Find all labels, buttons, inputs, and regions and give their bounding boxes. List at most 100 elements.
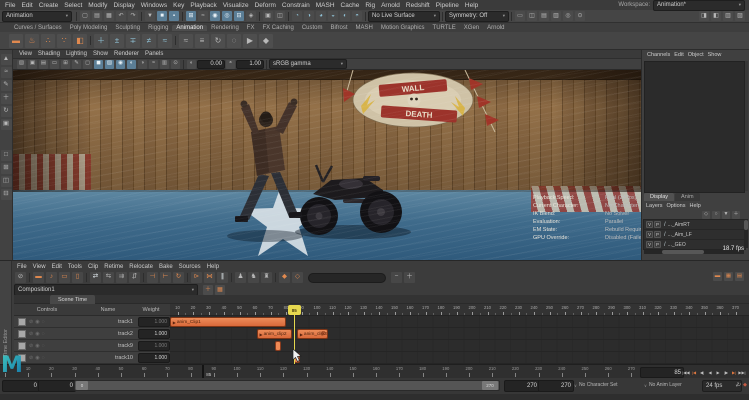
use-all-lights-icon[interactable]: ◉ (116, 60, 125, 69)
composition-options-icon[interactable]: ▦ (215, 285, 225, 295)
auto-key-icon[interactable]: ◆ (742, 381, 748, 390)
range-start-handle[interactable]: 0 (76, 381, 88, 390)
track-enable-checkbox[interactable] (18, 330, 26, 338)
track-ghost-icon[interactable]: ◌ (42, 355, 45, 361)
zero-key-layer-icon[interactable]: ◇ (702, 211, 710, 219)
menu-deform[interactable]: Deform (252, 2, 279, 9)
menu-windows[interactable]: Windows (138, 2, 170, 9)
snap-grid-icon[interactable]: ⊞ (186, 11, 196, 21)
set-key-icon[interactable]: ＋ (94, 34, 108, 48)
motion-blur-icon[interactable]: ≈ (149, 60, 158, 69)
step-back-frame-button[interactable]: ◀| (698, 367, 706, 377)
create-clip-group-icon[interactable]: ▭ (59, 272, 70, 283)
playblast-icon[interactable]: ▶ (243, 34, 257, 48)
animation-clip[interactable]: ▶anim_clip2 (257, 329, 293, 339)
razor-edit-mode-icon[interactable]: ⇵ (129, 272, 140, 283)
layer-playback-toggle[interactable]: P (654, 241, 661, 248)
animation-clip[interactable]: ▶anim_Clip1 (170, 317, 286, 327)
move-tool-icon[interactable]: ＋ (1, 93, 12, 104)
character-ghost-icon[interactable]: ♜ (261, 272, 272, 283)
shaded-icon[interactable]: ◼ (94, 60, 103, 69)
shelf-tab-fx-caching[interactable]: FX Caching (258, 25, 297, 31)
pivot-icon[interactable]: ⊙ (575, 11, 585, 21)
paint-select-tool-icon[interactable]: ✎ (1, 80, 12, 91)
shelf-door-icon[interactable]: ◧ (73, 34, 87, 48)
menu-set-dropdown[interactable]: Animation ▾ (2, 11, 72, 22)
menu-edit[interactable]: Edit (18, 2, 35, 9)
time-slider-ruler[interactable]: 0102030405060708090100110120130140150160… (0, 365, 638, 379)
new-composition-icon[interactable]: ＋ (203, 285, 213, 295)
layer-menu-layers[interactable]: Layers (644, 203, 665, 209)
snap-point-icon[interactable]: ◉ (210, 11, 220, 21)
camera-icon[interactable]: ◎ (563, 11, 573, 21)
exposure-field[interactable]: 0.00 (197, 60, 225, 69)
screen-space-ao-icon[interactable]: ◑ (138, 60, 147, 69)
wireframe-icon[interactable]: ◻ (83, 60, 92, 69)
channel-box-menu-edit[interactable]: Edit (672, 52, 685, 58)
select-tool-icon[interactable]: ▲ (1, 54, 12, 65)
lock-camera-icon[interactable]: ▣ (28, 60, 37, 69)
shelf-tab-rigging[interactable]: Rigging (144, 25, 172, 31)
render-current-frame-icon[interactable]: ◑ (304, 11, 314, 21)
time-editor-menu-bake[interactable]: Bake (156, 264, 176, 270)
animation-clip[interactable] (275, 341, 281, 351)
te-frame-selection-icon[interactable]: ＋ (404, 272, 415, 283)
track-row[interactable]: ⊘◉◌track21.000 (14, 328, 170, 340)
hypershade-icon[interactable]: ◐ (340, 11, 350, 21)
falloff-volume-icon[interactable]: ▥ (551, 11, 561, 21)
menu-file[interactable]: File (2, 2, 18, 9)
shadows-icon[interactable]: ◐ (127, 60, 136, 69)
set-key-translate-icon[interactable]: ≠ (142, 34, 156, 48)
time-editor-menu-edit[interactable]: Edit (49, 264, 65, 270)
attribute-editor-toggle-icon[interactable]: ◨ (699, 11, 709, 21)
layer-editor-tab-anim[interactable]: Anim (675, 193, 700, 201)
add-animation-source-icon[interactable]: ▬ (33, 272, 44, 283)
time-editor-menu-tools[interactable]: Tools (65, 264, 85, 270)
track-weight-field[interactable]: 1.000 (138, 353, 170, 363)
new-scene-icon[interactable]: ▢ (80, 11, 90, 21)
channel-box-menu-channels[interactable]: Channels (645, 52, 672, 58)
set-key-rotate-icon[interactable]: ≈ (158, 34, 172, 48)
hypershade-persp-layout-icon[interactable]: ⊟ (1, 189, 12, 200)
shelf-tab-fx[interactable]: FX (243, 25, 259, 31)
shelf-tab-poly-modeling[interactable]: Poly Modeling (66, 25, 112, 31)
anim-layer-dropdown[interactable]: ∨ No Anim Layer (644, 382, 682, 388)
character-solo-icon[interactable]: ♟ (235, 272, 246, 283)
layer-row[interactable]: VP/..._Aim_LF (644, 230, 745, 240)
2d-pan-zoom-icon[interactable]: ⊞ (61, 60, 70, 69)
light-editor-icon[interactable]: ◓ (352, 11, 362, 21)
shelf-tab-turtle[interactable]: TURTLE (429, 25, 460, 31)
track-solo-icon[interactable]: ◉ (35, 331, 39, 337)
track-weight-field[interactable]: 1.000 (138, 341, 170, 351)
viewport-menu-lighting[interactable]: Lighting (63, 51, 90, 57)
redo-icon[interactable]: ↷ (128, 11, 138, 21)
rotate-tool-icon[interactable]: ↻ (1, 106, 12, 117)
menu-cache[interactable]: Cache (338, 2, 363, 9)
track-mute-icon[interactable]: ⊘ (29, 355, 33, 361)
layer-visibility-toggle[interactable]: V (646, 241, 653, 248)
image-plane-icon[interactable]: ▤ (39, 60, 48, 69)
isolate-select-icon[interactable]: ⊙ (171, 60, 180, 69)
track-lane[interactable] (170, 340, 749, 352)
channel-box-menu-object[interactable]: Object (686, 52, 706, 58)
dope-sheet-icon[interactable]: ≡ (195, 34, 209, 48)
track-mute-icon[interactable]: ⊘ (29, 319, 33, 325)
layer-playback-toggle[interactable]: P (654, 231, 661, 238)
live-surface-dropdown[interactable]: No Live Surface ▾ (368, 11, 440, 22)
snap-to-clip-icon[interactable]: ∥ (217, 272, 228, 283)
go-to-next-key-button[interactable]: ▶| (730, 367, 738, 377)
shelf-tab-arnold[interactable]: Arnold (483, 25, 508, 31)
bookmark-icon[interactable]: ▭ (50, 60, 59, 69)
play-forwards-button[interactable]: ▶ (714, 367, 722, 377)
new-layer-from-selected-icon[interactable]: ▼ (722, 211, 730, 219)
zero-weight-layer-icon[interactable]: ○ (712, 211, 720, 219)
set-key-te-icon[interactable]: ◆ (279, 272, 290, 283)
snap-projected-center-icon[interactable]: ◎ (222, 11, 232, 21)
time-editor-menu-sources[interactable]: Sources (176, 264, 204, 270)
channel-box-menu-show[interactable]: Show (706, 52, 724, 58)
viewport-menu-panels[interactable]: Panels (142, 51, 166, 57)
set-driven-key-icon[interactable]: ∓ (126, 34, 140, 48)
shelf-tab-mash[interactable]: MASH (352, 25, 377, 31)
shelf-walk-icon[interactable]: ∵ (57, 34, 71, 48)
layer-visibility-toggle[interactable]: V (646, 231, 653, 238)
